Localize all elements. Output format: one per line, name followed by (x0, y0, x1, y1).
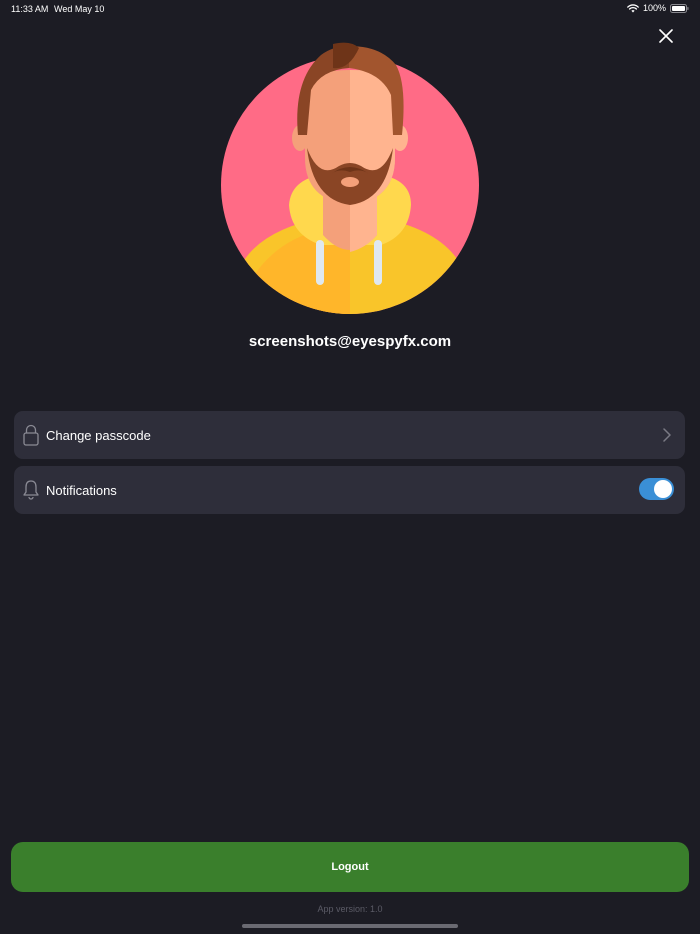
logout-button[interactable]: Logout (11, 842, 689, 892)
notifications-row: Notifications (14, 466, 685, 514)
notifications-label: Notifications (46, 483, 117, 498)
battery-icon (670, 3, 689, 13)
status-right-group: 100% (627, 3, 689, 13)
profile-screen: 11:33 AM Wed May 10 100% screenshots@eye… (0, 0, 700, 934)
user-email: screenshots@eyespyfx.com (248, 333, 452, 350)
change-passcode-row[interactable]: Change passcode (14, 411, 685, 459)
logout-label: Logout (331, 861, 369, 873)
toggle-knob (654, 480, 672, 498)
close-button[interactable] (654, 26, 678, 50)
status-date: Wed May 10 (54, 4, 105, 14)
avatar (221, 40, 479, 315)
notifications-toggle[interactable] (639, 478, 674, 500)
status-time: 11:33 AM (11, 4, 49, 14)
wifi-icon (627, 3, 639, 13)
app-version: App version: 1.0 (317, 904, 383, 914)
battery-percentage: 100% (642, 3, 666, 13)
lock-icon (22, 424, 40, 446)
status-bar: 11:33 AM Wed May 10 100% (0, 0, 700, 18)
change-passcode-label: Change passcode (46, 428, 151, 443)
chevron-right-icon (663, 428, 671, 447)
bell-icon (22, 479, 40, 501)
close-icon (659, 28, 673, 48)
home-indicator (242, 924, 458, 928)
